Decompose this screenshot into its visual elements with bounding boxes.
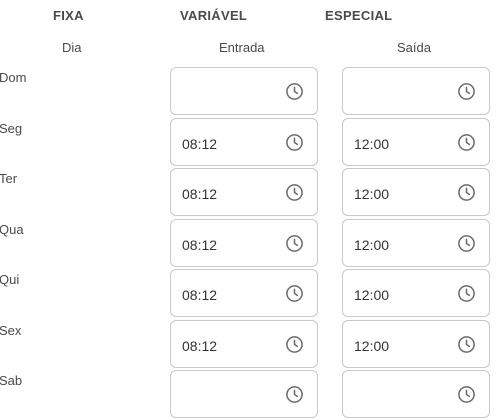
clock-icon[interactable] (285, 133, 304, 152)
day-label: Sab (0, 373, 23, 388)
clock-icon[interactable] (457, 133, 476, 152)
clock-icon[interactable] (457, 183, 476, 202)
schedule-row: Qua 08:12 12:00 (0, 218, 498, 269)
schedule-row: Qui 08:12 12:00 (0, 269, 498, 319)
clock-icon[interactable] (457, 82, 476, 101)
clock-icon[interactable] (285, 234, 304, 253)
clock-icon[interactable] (285, 335, 304, 354)
schedule-row: Sex 08:12 12:00 (0, 319, 498, 370)
clock-icon[interactable] (457, 284, 476, 303)
exit-time-input[interactable]: 12:00 (342, 168, 490, 216)
entry-time-input[interactable]: 08:12 (170, 117, 318, 166)
exit-time-input-value: 12:00 (354, 337, 390, 354)
exit-time-input[interactable]: 12:00 (342, 319, 490, 368)
column-header-entry: Entrada (219, 40, 265, 55)
day-label: Seg (0, 120, 23, 136)
schedule-row: Ter 08:12 12:00 (0, 168, 498, 218)
exit-time-input-value: 12:00 (354, 236, 390, 253)
tab-variavel[interactable]: VARIÁVEL (180, 8, 247, 23)
entry-time-input-value: 08:12 (182, 287, 218, 303)
tab-fixa[interactable]: FIXA (53, 8, 84, 23)
clock-icon[interactable] (285, 82, 304, 101)
clock-icon[interactable] (457, 385, 476, 404)
clock-icon[interactable] (457, 335, 476, 354)
exit-time-input[interactable] (342, 67, 490, 115)
exit-time-input-value: 12:00 (354, 287, 390, 303)
exit-time-input[interactable]: 12:00 (342, 218, 490, 267)
entry-time-input[interactable] (170, 370, 318, 418)
column-header-exit: Saída (397, 40, 431, 55)
day-label: Sex (0, 322, 22, 338)
entry-time-input[interactable]: 08:12 (170, 319, 318, 368)
entry-time-input[interactable] (170, 67, 318, 115)
clock-icon[interactable] (285, 284, 304, 303)
day-label: Dom (0, 70, 27, 85)
entry-time-input-value: 08:12 (182, 135, 218, 152)
entry-time-input[interactable]: 08:12 (170, 269, 318, 317)
clock-icon[interactable] (457, 234, 476, 253)
schedule-row: Sab (0, 370, 498, 420)
exit-time-input[interactable] (342, 370, 490, 418)
entry-time-input-value: 08:12 (182, 337, 218, 354)
column-header-day: Dia (62, 40, 82, 55)
schedule-row: Dom (0, 67, 498, 117)
entry-time-input-value: 08:12 (182, 186, 218, 202)
entry-time-input[interactable]: 08:12 (170, 168, 318, 216)
schedule-row: Seg 08:12 12:00 (0, 117, 498, 168)
day-label: Ter (0, 171, 18, 186)
day-label: Qua (0, 221, 24, 237)
clock-icon[interactable] (285, 385, 304, 404)
entry-time-input-value: 08:12 (182, 236, 218, 253)
tab-especial[interactable]: ESPECIAL (325, 8, 392, 23)
exit-time-input[interactable]: 12:00 (342, 269, 490, 317)
exit-time-input[interactable]: 12:00 (342, 117, 490, 166)
exit-time-input-value: 12:00 (354, 135, 390, 152)
day-label: Qui (0, 272, 20, 287)
entry-time-input[interactable]: 08:12 (170, 218, 318, 267)
clock-icon[interactable] (285, 183, 304, 202)
exit-time-input-value: 12:00 (354, 186, 390, 202)
